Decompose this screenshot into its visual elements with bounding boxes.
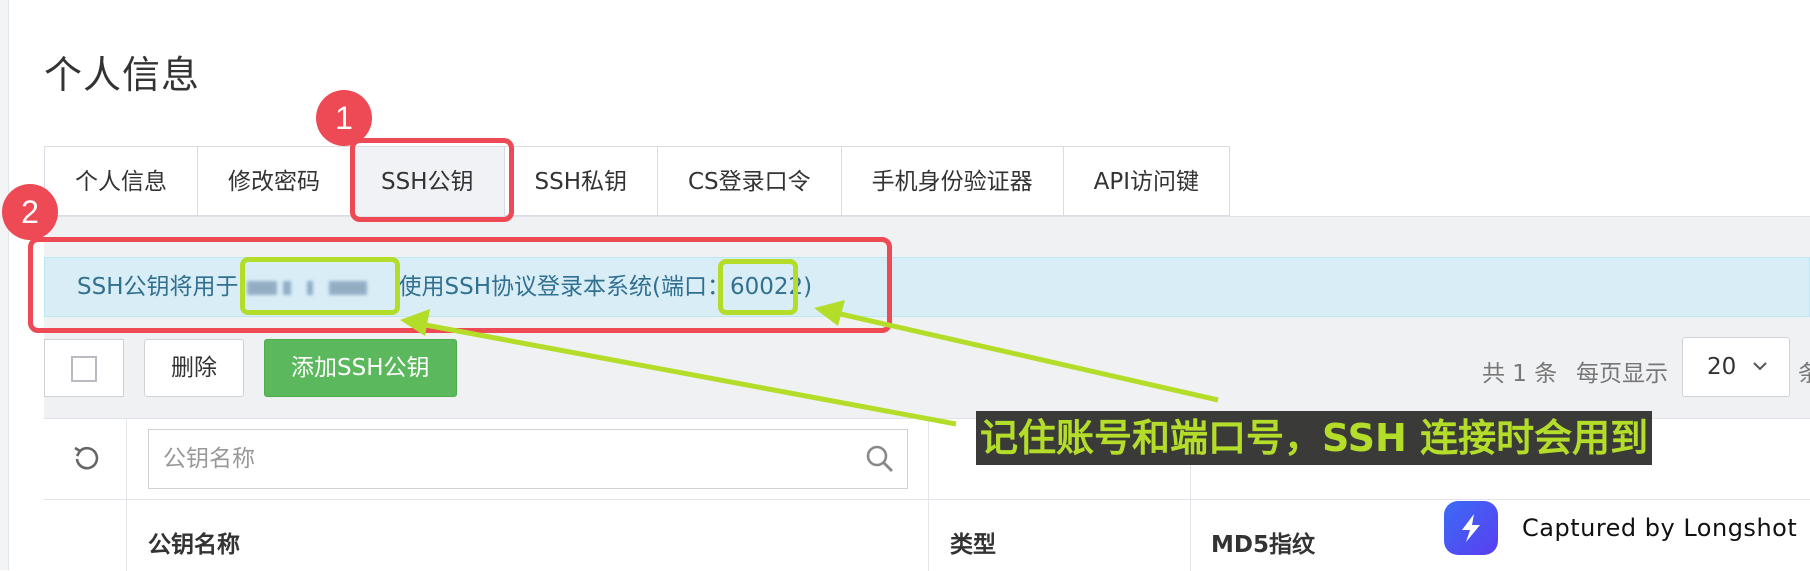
watermark: Captured by Longshot	[1444, 501, 1797, 555]
callout-text: 记住账号和端口号，SSH 连接时会用到	[976, 411, 1653, 465]
callout-arrows	[400, 300, 1219, 427]
watermark-text: Captured by Longshot	[1522, 514, 1798, 542]
longshot-logo-icon	[1444, 501, 1498, 555]
